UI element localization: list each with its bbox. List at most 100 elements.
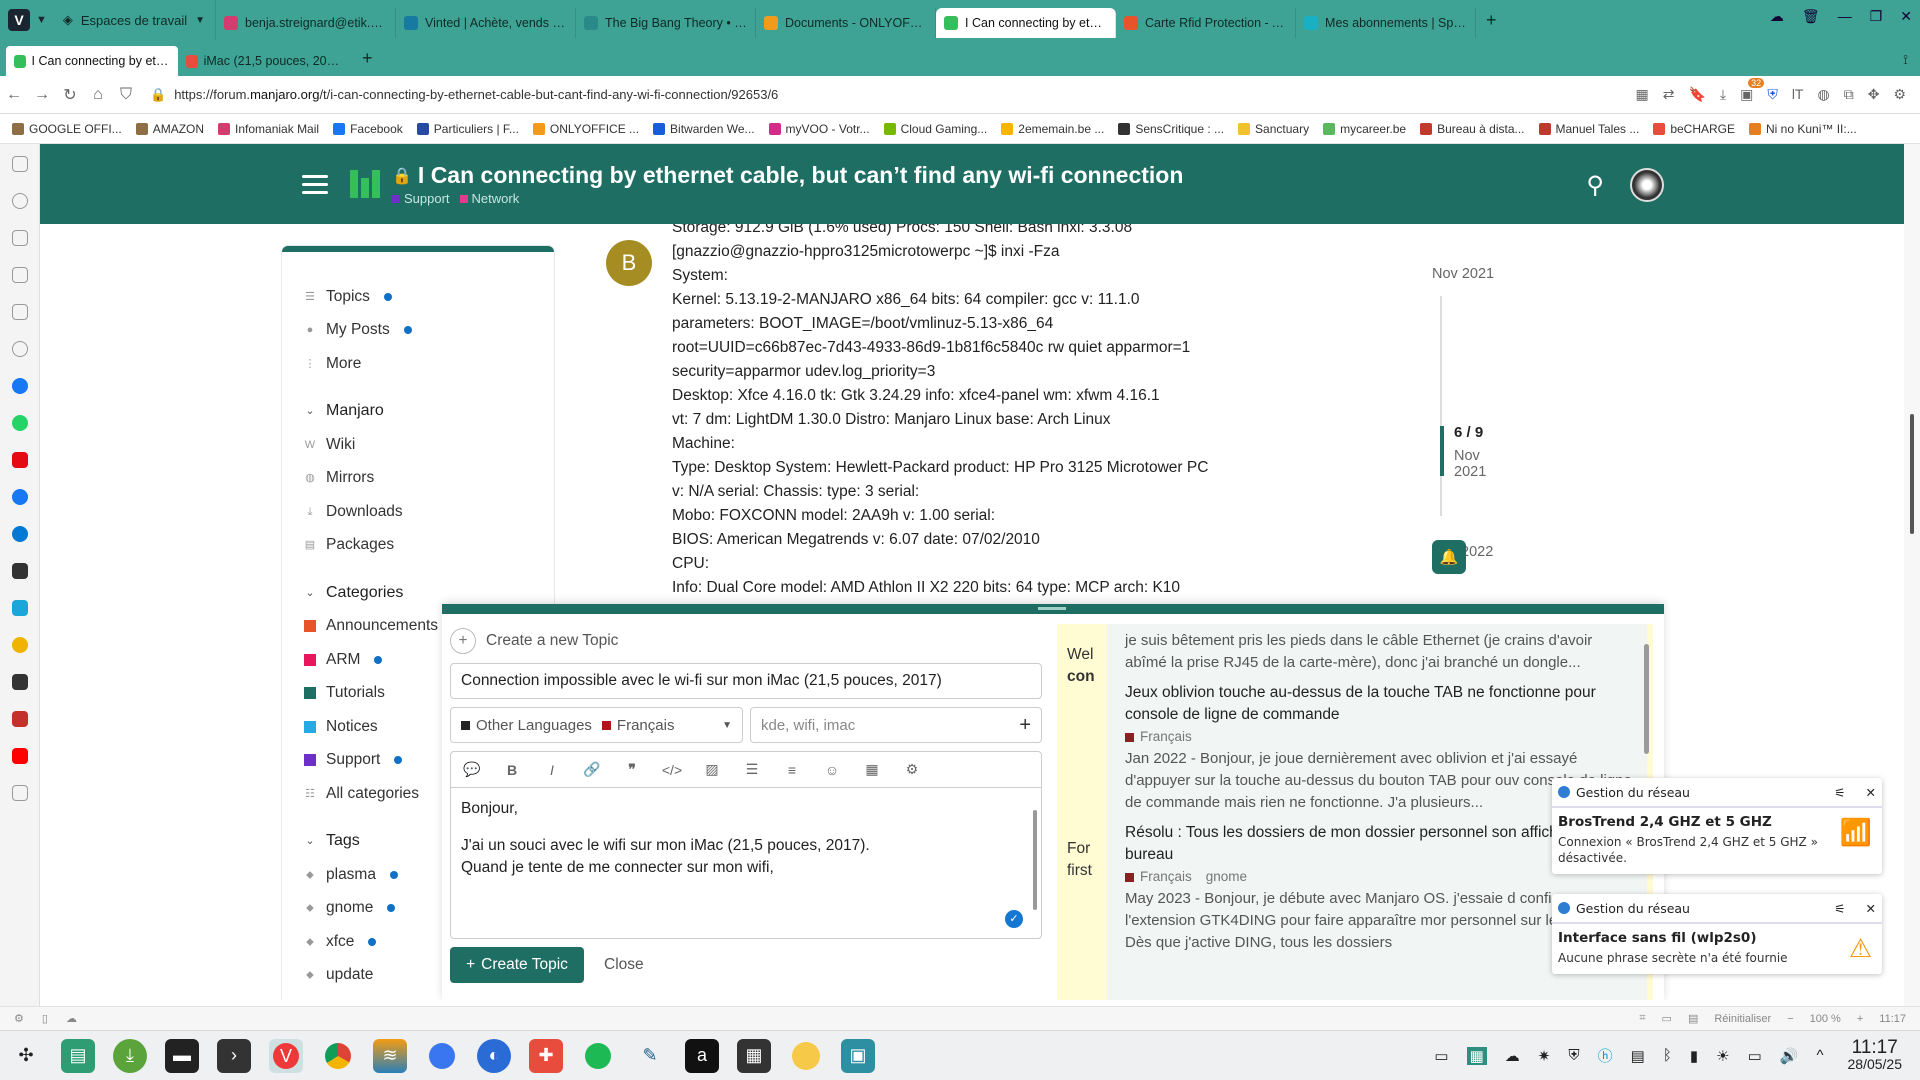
- editor-scrollbar[interactable]: [1031, 792, 1039, 932]
- new-stack-tab-button[interactable]: +: [362, 48, 373, 69]
- vivaldi-menu-icon[interactable]: V: [8, 9, 30, 31]
- desktop-icon[interactable]: ▭: [1434, 1047, 1448, 1065]
- chrome-icon[interactable]: [321, 1039, 355, 1073]
- timeline-start-date[interactable]: Nov 2021: [1432, 266, 1494, 282]
- system-clock[interactable]: 11:17 28/05/25: [1848, 1038, 1903, 1073]
- stack-tab[interactable]: iMac (21,5 pouces, 2017) ...: [178, 46, 350, 76]
- app-launcher-icon[interactable]: ✣: [9, 1039, 43, 1073]
- reading-list-icon[interactable]: [11, 304, 28, 320]
- url-input[interactable]: 🔒 https://forum.manjaro.org/t/i-can-conn…: [150, 81, 1635, 109]
- bug-icon[interactable]: ✷: [1538, 1047, 1551, 1065]
- panel-toggle-icon[interactable]: ⟟: [1903, 52, 1908, 68]
- zoom-level[interactable]: 100 %: [1810, 1013, 1841, 1025]
- calendar-icon[interactable]: ▦: [861, 761, 883, 778]
- bookmark-item[interactable]: 2ememain.be ...: [1001, 122, 1104, 136]
- sidebar-item[interactable]: ☰ Topics: [304, 280, 554, 314]
- sidebar-item[interactable]: ⤓ Downloads: [304, 495, 554, 529]
- link-icon[interactable]: 🔗: [581, 761, 603, 778]
- category-select[interactable]: Other Languages Français ▼: [450, 707, 743, 743]
- bookmark-item[interactable]: mycareer.be: [1323, 122, 1406, 136]
- whatsapp-panel-icon[interactable]: [11, 415, 28, 431]
- vivaldi-icon[interactable]: V: [269, 1038, 303, 1073]
- network-notification-2[interactable]: Gestion du réseau ⚟ ✕ Interface sans fil…: [1552, 894, 1882, 974]
- bookmark-item[interactable]: Facebook: [333, 122, 403, 136]
- bookmark-item[interactable]: AMAZON: [135, 122, 204, 136]
- zoom-out-button[interactable]: −: [1787, 1013, 1793, 1025]
- sidebar-section-header[interactable]: ⌄ Manjaro: [304, 395, 554, 429]
- bookmark-item[interactable]: Particuliers | F...: [416, 122, 519, 136]
- qr-code-icon[interactable]: ▦: [1635, 86, 1648, 103]
- back-button[interactable]: ←: [0, 86, 28, 104]
- post-body-editor[interactable]: Bonjour, J'ai un souci avec le wifi sur …: [450, 787, 1042, 939]
- plus-icon[interactable]: +: [450, 628, 476, 654]
- extensions-icon[interactable]: ▣ 32: [1740, 78, 1765, 103]
- manjaro-logo[interactable]: [350, 170, 380, 198]
- browser-tab[interactable]: Carte Rfid Protection - Al...: [1116, 8, 1297, 38]
- cloud-icon[interactable]: ☁: [66, 1012, 77, 1025]
- minimize-button[interactable]: —: [1838, 8, 1852, 25]
- similar-topic-title[interactable]: Jeux oblivion touche au-dessus de la tou…: [1125, 682, 1633, 726]
- shield-icon[interactable]: ⛉: [112, 86, 140, 104]
- emoji-app-icon[interactable]: [789, 1039, 823, 1073]
- close-composer-button[interactable]: Close: [596, 947, 652, 983]
- add-panel-icon[interactable]: [11, 785, 28, 801]
- settings-sliders-icon[interactable]: ⚟: [1834, 785, 1845, 800]
- category-badge[interactable]: Support: [392, 191, 450, 206]
- browser-tab[interactable]: benja.streignard@etik.com: [216, 8, 397, 38]
- bullet-list-icon[interactable]: ☰: [741, 761, 763, 778]
- hp-icon[interactable]: ⓗ: [1598, 1045, 1613, 1066]
- maximize-button[interactable]: ❐: [1870, 8, 1883, 25]
- topic-title[interactable]: 🔒 I Can connecting by ethernet cable, but…: [392, 162, 1183, 189]
- quote-icon[interactable]: 💬: [461, 761, 483, 778]
- similar-topics-scrollbar[interactable]: [1644, 644, 1649, 754]
- messenger-panel-icon[interactable]: [11, 489, 28, 505]
- reload-button[interactable]: ↻: [56, 85, 84, 105]
- settings-icon[interactable]: ⚙: [1893, 86, 1906, 103]
- translate-panel-icon[interactable]: [11, 267, 28, 283]
- volume-icon[interactable]: 🔊: [1780, 1047, 1799, 1065]
- bookmark-item[interactable]: myVOO - Votr...: [768, 122, 870, 136]
- italic-icon[interactable]: I: [541, 762, 563, 778]
- m-panel-icon[interactable]: [11, 563, 28, 579]
- bookmarks-panel-icon[interactable]: [11, 156, 28, 172]
- gift-app-icon[interactable]: ✚: [529, 1038, 563, 1073]
- similar-topic[interactable]: je suis bêtement pris les pieds dans le …: [1125, 630, 1633, 674]
- sidebar-item[interactable]: ⋮ More: [304, 347, 554, 381]
- category-badge[interactable]: Network: [459, 191, 519, 206]
- browser-tab[interactable]: Vinted | Achète, vends ou...: [396, 8, 577, 38]
- display-icon[interactable]: ▦: [1466, 1046, 1487, 1065]
- trash-icon[interactable]: 🗑: [1802, 8, 1820, 25]
- bookmark-item[interactable]: Bitwarden We...: [653, 122, 755, 136]
- bookmark-item[interactable]: Infomaniak Mail: [218, 122, 319, 136]
- close-icon[interactable]: ✕: [1866, 901, 1876, 916]
- picture-in-picture-icon[interactable]: ⧉: [1844, 86, 1854, 103]
- battery-icon[interactable]: ▮: [1690, 1047, 1698, 1065]
- download-icon[interactable]: ⤓: [1720, 86, 1726, 103]
- sync-panel-icon[interactable]: [11, 341, 28, 357]
- bookmark-item[interactable]: ONLYOFFICE ...: [532, 122, 639, 136]
- sidebar-item[interactable]: W Wiki: [304, 428, 554, 462]
- languagetool-icon[interactable]: lT: [1792, 86, 1804, 103]
- image-icon[interactable]: ▨: [701, 761, 723, 778]
- screenshot-icon[interactable]: ⌗: [1639, 1012, 1645, 1025]
- clipboard-icon[interactable]: ▤: [1631, 1047, 1645, 1065]
- spotify-icon[interactable]: [581, 1039, 615, 1073]
- topic-title-input[interactable]: Connection impossible avec le wi-fi sur …: [450, 663, 1042, 699]
- close-window-button[interactable]: ✕: [1900, 8, 1912, 25]
- bookmark-item[interactable]: Bureau à dista...: [1420, 122, 1525, 136]
- sidebar-item[interactable]: ● My Posts: [304, 314, 554, 348]
- cookie-icon[interactable]: ◍: [1817, 86, 1829, 103]
- cloud-sync-icon[interactable]: ☁: [1770, 8, 1784, 25]
- brightness-icon[interactable]: ☀: [1716, 1047, 1729, 1065]
- bookmark-icon[interactable]: 🔖: [1688, 86, 1705, 103]
- history-panel-icon[interactable]: [11, 193, 28, 209]
- bookmark-item[interactable]: SensCritique : ...: [1118, 122, 1224, 136]
- bitwarden-icon[interactable]: ⛨: [1767, 86, 1778, 103]
- hamburger-menu-icon[interactable]: [302, 174, 328, 194]
- browser-tab[interactable]: Mes abonnements | Spliiit: [1296, 8, 1477, 38]
- file-manager-icon[interactable]: ▤: [61, 1038, 95, 1073]
- notification-bell-button[interactable]: 🔔: [1432, 540, 1466, 574]
- forward-button[interactable]: →: [28, 86, 56, 104]
- composer-resize-grip[interactable]: [1038, 607, 1066, 610]
- weather-icon[interactable]: ☁: [1505, 1047, 1520, 1065]
